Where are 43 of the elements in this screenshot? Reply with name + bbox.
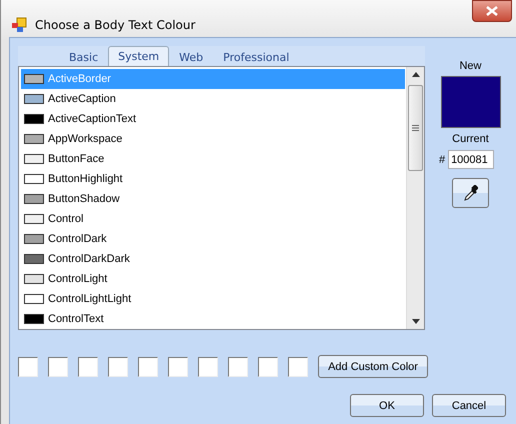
custom-color-slot[interactable] xyxy=(18,356,38,376)
color-list-item[interactable]: ButtonHighlight xyxy=(21,169,405,189)
tab[interactable]: Web xyxy=(169,48,214,66)
close-button[interactable] xyxy=(472,0,512,22)
tab[interactable]: Basic xyxy=(59,48,108,66)
custom-color-slot[interactable] xyxy=(48,356,68,376)
custom-color-slot[interactable] xyxy=(168,356,188,376)
custom-color-slot[interactable] xyxy=(198,356,218,376)
color-list-item[interactable]: ButtonFace xyxy=(21,149,405,169)
app-icon xyxy=(11,16,27,32)
color-list-item[interactable]: ActiveCaption xyxy=(21,89,405,109)
hash-label: # xyxy=(438,154,446,166)
eyedropper-icon xyxy=(464,185,478,201)
color-list-item[interactable]: ControlLightLight xyxy=(21,289,405,309)
custom-color-slot[interactable] xyxy=(258,356,278,376)
color-list-item[interactable]: ControlText xyxy=(21,309,405,329)
color-list-item[interactable]: ControlDarkDark xyxy=(21,249,405,269)
color-list-item[interactable]: ControlDark xyxy=(21,229,405,249)
eyedropper-button[interactable] xyxy=(452,178,489,208)
color-list-item[interactable]: ButtonShadow xyxy=(21,189,405,209)
custom-color-slot[interactable] xyxy=(78,356,98,376)
custom-color-slot[interactable] xyxy=(108,356,128,376)
custom-color-slot[interactable] xyxy=(288,356,308,376)
tab[interactable]: Professional xyxy=(213,48,300,66)
custom-color-slot[interactable] xyxy=(138,356,158,376)
window-title: Choose a Body Text Colour xyxy=(35,18,196,32)
ok-button[interactable]: OK xyxy=(350,394,424,417)
scroll-up-icon[interactable] xyxy=(412,72,420,77)
grip-icon xyxy=(412,125,419,131)
close-icon xyxy=(485,6,499,16)
cancel-button[interactable]: Cancel xyxy=(432,394,506,417)
hex-field[interactable]: 100081 xyxy=(448,150,494,169)
scroll-down-icon[interactable] xyxy=(412,319,420,324)
add-custom-color-button[interactable]: Add Custom Color xyxy=(318,355,428,378)
color-list-item[interactable]: Control xyxy=(21,209,405,229)
color-list-item[interactable]: ActiveCaptionText xyxy=(21,109,405,129)
current-label: Current xyxy=(452,133,489,145)
new-label: New xyxy=(459,60,482,72)
scrollbar[interactable] xyxy=(406,67,424,329)
custom-color-slot[interactable] xyxy=(228,356,248,376)
color-list-item[interactable]: ControlLight xyxy=(21,269,405,289)
color-list-item[interactable]: AppWorkspace xyxy=(21,129,405,149)
tab[interactable]: System xyxy=(108,46,170,66)
